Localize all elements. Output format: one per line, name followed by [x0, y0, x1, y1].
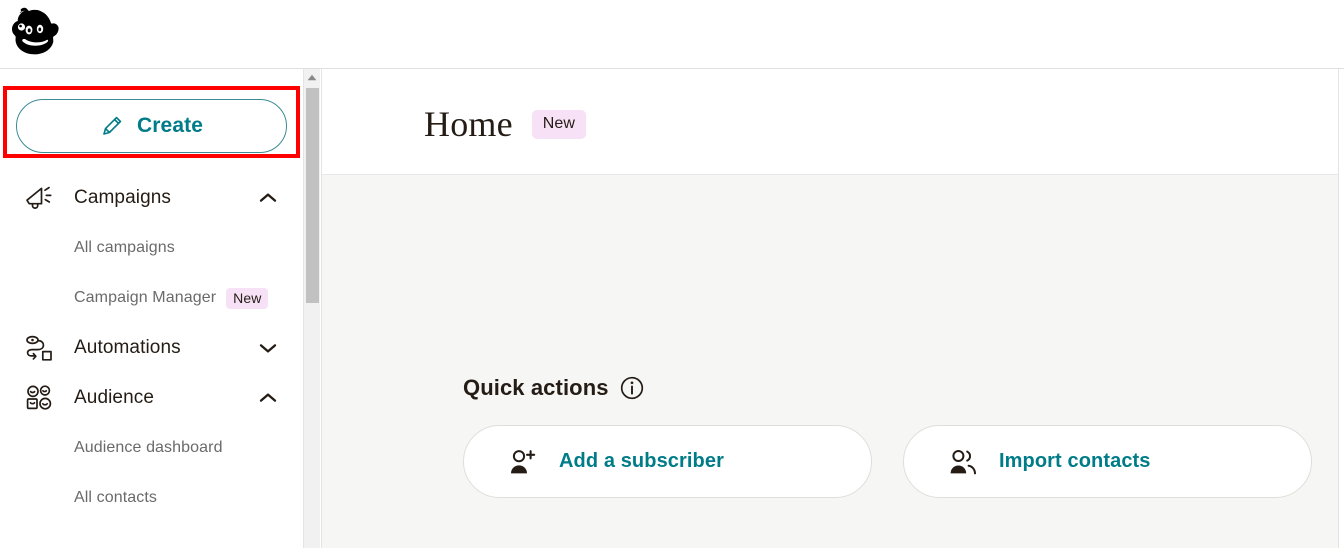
- main-content: Home New Quick actions Add a subscriber …: [321, 69, 1339, 548]
- page-title: Home: [424, 104, 513, 144]
- sidebar-subitem-all-campaigns[interactable]: All campaigns: [0, 223, 302, 273]
- create-button-highlight: Create: [3, 86, 300, 158]
- page-header: Home New: [322, 69, 1338, 175]
- scroll-up-arrow-icon[interactable]: [304, 69, 320, 86]
- quick-actions-row: Add a subscriber Import contacts: [463, 425, 1312, 498]
- add-subscriber-button[interactable]: Add a subscriber: [463, 425, 872, 498]
- content-area: Quick actions Add a subscriber Import co…: [322, 175, 1338, 548]
- chevron-up-icon[interactable]: [259, 192, 277, 204]
- import-contacts-label: Import contacts: [999, 450, 1151, 472]
- chevron-up-icon[interactable]: [259, 392, 277, 404]
- sidebar-item-campaigns[interactable]: Campaigns: [0, 173, 302, 223]
- import-contacts-button[interactable]: Import contacts: [903, 425, 1312, 498]
- sidebar-subitem-audience-dashboard[interactable]: Audience dashboard: [0, 423, 302, 473]
- sidebar-subitem-label: Campaign Manager: [74, 289, 217, 306]
- info-circle-icon[interactable]: [620, 376, 644, 400]
- mailchimp-freddie-logo[interactable]: [11, 6, 61, 58]
- sidebar-nav: Campaigns All campaigns Campaign Manager…: [0, 173, 302, 523]
- sidebar-subitem-label: All campaigns: [74, 239, 175, 256]
- person-add-icon: [511, 449, 536, 473]
- sidebar-subitem-campaign-manager[interactable]: Campaign Manager New: [0, 273, 302, 323]
- add-subscriber-label: Add a subscriber: [559, 450, 724, 472]
- sidebar: Create Campaigns All campaigns Campaign …: [0, 69, 302, 548]
- create-button-label: Create: [137, 114, 203, 137]
- page-new-badge: New: [531, 109, 587, 139]
- audience-people-icon: [22, 383, 56, 413]
- sidebar-scrollbar[interactable]: [303, 69, 320, 548]
- quick-actions-title: Quick actions: [463, 375, 609, 400]
- sidebar-subitem-label: All contacts: [74, 489, 158, 506]
- sidebar-item-automations[interactable]: Automations: [0, 323, 302, 373]
- megaphone-icon: [22, 183, 56, 213]
- sidebar-item-label: Automations: [74, 337, 181, 358]
- create-button[interactable]: Create: [16, 99, 287, 153]
- sidebar-item-label: Campaigns: [74, 187, 172, 208]
- automation-flow-icon: [22, 333, 56, 363]
- sidebar-subitem-all-contacts[interactable]: All contacts: [0, 473, 302, 523]
- mailchimp-dashboard: Create Campaigns All campaigns Campaign …: [0, 0, 1344, 548]
- quick-actions-heading: Quick actions: [463, 375, 644, 401]
- chevron-down-icon[interactable]: [259, 342, 277, 354]
- sidebar-item-audience[interactable]: Audience: [0, 373, 302, 423]
- logo-bar: [0, 0, 320, 68]
- scrollbar-thumb[interactable]: [306, 88, 319, 303]
- page-title-row: Home New: [424, 103, 587, 145]
- pencil-icon: [103, 116, 122, 135]
- people-group-icon: [950, 449, 976, 474]
- new-badge: New: [226, 287, 269, 309]
- sidebar-item-label: Audience: [74, 387, 155, 408]
- sidebar-subitem-label: Audience dashboard: [74, 439, 223, 456]
